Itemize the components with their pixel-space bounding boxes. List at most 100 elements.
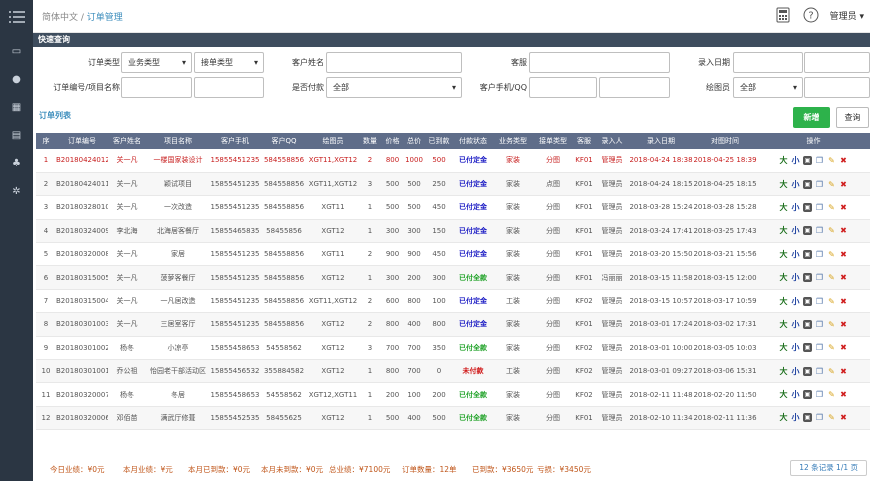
camera-icon[interactable]: ▣ [803,319,812,329]
small-drawing-icon[interactable]: 小 [791,180,800,189]
large-drawing-icon[interactable]: 大 [779,250,788,259]
copy-icon[interactable]: ❐ [815,297,824,306]
edit-icon[interactable]: ✎ [827,413,836,422]
copy-icon[interactable]: ❐ [815,203,824,212]
camera-icon[interactable]: ▣ [803,179,812,189]
delete-icon[interactable]: ✖ [839,343,848,352]
camera-icon[interactable]: ▣ [803,390,812,400]
calculator-icon[interactable]: ▦ [0,93,33,121]
copy-icon[interactable]: ❐ [815,413,824,422]
id-card-icon[interactable]: ▤ [0,121,33,149]
table-row[interactable]: 8 B20180301003 关一凡 三居室客厅 15855451235 58455885… [36,312,870,337]
calculator-icon[interactable] [774,6,792,24]
large-drawing-icon[interactable]: 大 [779,203,788,212]
edit-icon[interactable]: ✎ [827,180,836,189]
copy-icon[interactable]: ❐ [815,390,824,399]
small-drawing-icon[interactable]: 小 [791,203,800,212]
table-row[interactable]: 11 B20180320007 杨冬 冬居 15855458653 54558562 XGT… [36,382,870,407]
small-drawing-icon[interactable]: 小 [791,156,800,165]
copy-icon[interactable]: ❐ [815,320,824,329]
edit-icon[interactable]: ✎ [827,367,836,376]
menu-toggle-icon[interactable] [0,0,33,33]
customer-name-input[interactable] [326,52,462,73]
camera-icon[interactable]: ▣ [803,226,812,236]
delete-icon[interactable]: ✖ [839,390,848,399]
delete-icon[interactable]: ✖ [839,273,848,282]
new-order-button[interactable]: 新增 [793,107,830,128]
small-drawing-icon[interactable]: 小 [791,320,800,329]
org-chart-icon[interactable]: ♣ [0,149,33,177]
camera-icon[interactable]: ▣ [803,413,812,423]
breadcrumb-root[interactable]: 简体中文 / [42,13,84,23]
help-icon[interactable]: ? [802,6,820,24]
edit-icon[interactable]: ✎ [827,320,836,329]
table-row[interactable]: 1 B20180424012 关一凡 一楼国家装设计 15855451235 584558… [36,149,870,173]
edit-icon[interactable]: ✎ [827,343,836,352]
entry-date-start[interactable] [733,52,803,73]
table-row[interactable]: 2 B20180424011 关一凡 颖试项目 15855451235 584558856… [36,172,870,197]
table-row[interactable]: 7 B20180315004 关一凡 一凡居改造 15855451235 58455885… [36,289,870,314]
delete-icon[interactable]: ✖ [839,320,848,329]
large-drawing-icon[interactable]: 大 [779,156,788,165]
delete-icon[interactable]: ✖ [839,156,848,165]
qq-input[interactable] [599,77,670,98]
camera-icon[interactable]: ▣ [803,155,812,165]
business-type-select[interactable]: 业务类型 [121,52,192,73]
small-drawing-icon[interactable]: 小 [791,413,800,422]
drafter-select[interactable]: 全部 [733,77,803,98]
small-drawing-icon[interactable]: 小 [791,250,800,259]
copy-icon[interactable]: ❐ [815,273,824,282]
delete-icon[interactable]: ✖ [839,297,848,306]
order-number-input[interactable] [121,77,192,98]
table-row[interactable]: 5 B20180320008 关一凡 家居 15855451235 584558856 XG… [36,242,870,267]
edit-icon[interactable]: ✎ [827,226,836,235]
large-drawing-icon[interactable]: 大 [779,273,788,282]
small-drawing-icon[interactable]: 小 [791,226,800,235]
query-button[interactable]: 查询 [836,107,869,128]
edit-icon[interactable]: ✎ [827,203,836,212]
entry-date-end[interactable] [804,52,870,73]
camera-icon[interactable]: ▣ [803,366,812,376]
edit-icon[interactable]: ✎ [827,250,836,259]
customer-service-input[interactable] [529,52,670,73]
dashboard-icon[interactable]: ▭ [0,37,33,65]
edit-icon[interactable]: ✎ [827,390,836,399]
camera-icon[interactable]: ▣ [803,296,812,306]
small-drawing-icon[interactable]: 小 [791,297,800,306]
camera-icon[interactable]: ▣ [803,273,812,283]
table-row[interactable]: 6 B20180315005 关一凡 菠萝客餐厅 15855451235 58455885… [36,265,870,290]
table-row[interactable]: 4 B20180324009 李北海 北海居客餐厅 15855465835 5845585… [36,219,870,244]
camera-icon[interactable]: ▣ [803,202,812,212]
receive-type-select[interactable]: 接单类型 [194,52,264,73]
small-drawing-icon[interactable]: 小 [791,343,800,352]
phone-input[interactable] [529,77,597,98]
gear-icon[interactable]: ✲ [0,177,33,205]
table-row[interactable]: 12 B20180320006 邓佰苗 满武厅修葺 15855452535 5845562… [36,406,870,431]
camera-icon[interactable]: ▣ [803,343,812,353]
large-drawing-icon[interactable]: 大 [779,413,788,422]
delete-icon[interactable]: ✖ [839,180,848,189]
delete-icon[interactable]: ✖ [839,250,848,259]
edit-icon[interactable]: ✎ [827,297,836,306]
large-drawing-icon[interactable]: 大 [779,367,788,376]
table-row[interactable]: 9 B20180301002 杨冬 小凉亭 15855458653 54558562 XGT… [36,336,870,361]
copy-icon[interactable]: ❐ [815,343,824,352]
delete-icon[interactable]: ✖ [839,413,848,422]
user-menu[interactable]: 管理员 ▾ [830,9,864,22]
delete-icon[interactable]: ✖ [839,226,848,235]
small-drawing-icon[interactable]: 小 [791,367,800,376]
pager[interactable]: 12 条记录 1/1 页 [790,460,867,476]
paid-select[interactable]: 全部 [326,77,462,98]
large-drawing-icon[interactable]: 大 [779,297,788,306]
copy-icon[interactable]: ❐ [815,180,824,189]
delete-icon[interactable]: ✖ [839,203,848,212]
user-icon[interactable]: ● [0,65,33,93]
copy-icon[interactable]: ❐ [815,226,824,235]
edit-icon[interactable]: ✎ [827,156,836,165]
delete-icon[interactable]: ✖ [839,367,848,376]
copy-icon[interactable]: ❐ [815,367,824,376]
large-drawing-icon[interactable]: 大 [779,390,788,399]
small-drawing-icon[interactable]: 小 [791,390,800,399]
small-drawing-icon[interactable]: 小 [791,273,800,282]
large-drawing-icon[interactable]: 大 [779,320,788,329]
